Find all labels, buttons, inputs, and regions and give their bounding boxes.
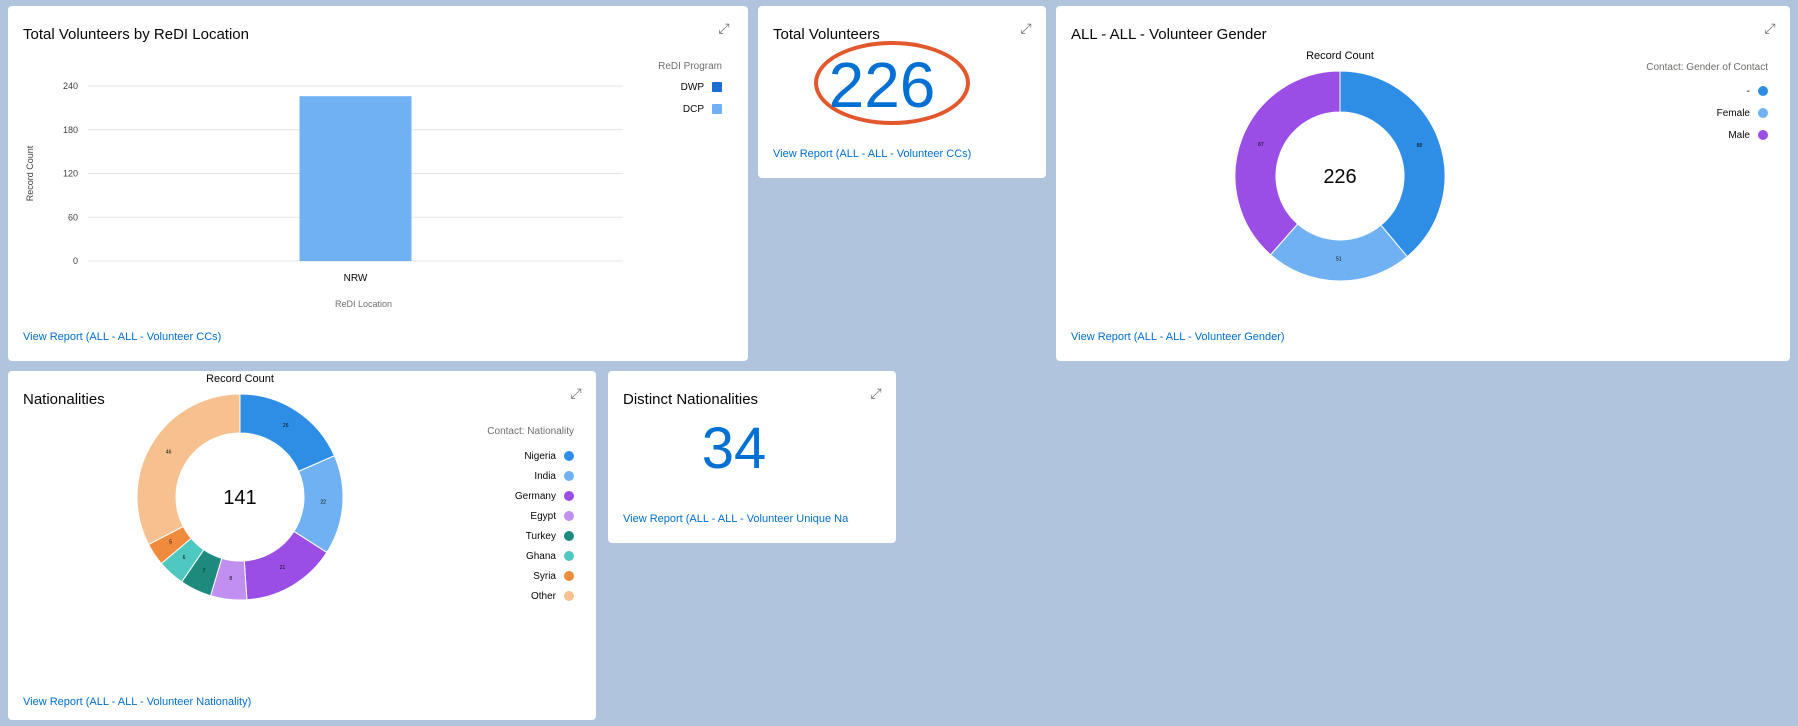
view-report-link[interactable]: View Report (ALL - ALL - Volunteer CCs) [23,331,221,343]
legend-label: DWP [680,82,704,93]
legend-swatch [564,511,574,522]
slice-value-label: 22 [320,500,326,506]
legend-label: Ghana [525,551,556,562]
expand-icon[interactable]: ⤢ [868,385,884,401]
y-tick-label: 240 [63,81,78,91]
total-volunteers-value: 226 [828,49,936,121]
slice-value-label: 26 [283,423,289,429]
nationalities-donut-chart: Record Count 26 22 21 8 7 6 5 46 141 [136,373,344,601]
chart-title: Record Count [1306,50,1374,62]
legend-item[interactable]: Other [531,591,574,602]
legend-swatch [1758,108,1768,119]
legend-swatch [564,551,574,562]
y-tick-label: 120 [63,169,78,179]
view-report-link[interactable]: View Report (ALL - ALL - Volunteer Natio… [23,696,251,708]
donut-slice-other [136,393,241,546]
legend-label: - [1746,86,1750,97]
card-volunteer-gender: ALL - ALL - Volunteer Gender ⤢ Record Co… [1056,6,1790,361]
legend-item[interactable]: DCP [683,104,722,115]
card-volunteers-by-location: Total Volunteers by ReDI Location ⤢ 240 1… [8,6,748,361]
legend-swatch [564,591,574,602]
slice-value-label: 7 [203,568,206,574]
legend-label: Egypt [530,511,556,522]
slice-value-label: 8 [229,576,232,582]
legend-item[interactable]: India [534,471,574,482]
slice-value-label: 5 [169,539,172,545]
slice-value-label: 6 [183,555,186,561]
view-report-link[interactable]: View Report (ALL - ALL - Volunteer Uniqu… [623,513,848,525]
donut-center-total: 226 [1323,166,1356,188]
legend-item[interactable]: Germany [515,491,574,502]
legend-item[interactable]: - [1747,86,1768,97]
legend-label: Male [1728,130,1750,141]
donut-slice- [1339,70,1446,258]
legend-swatch [712,82,722,93]
legend-swatch [1758,130,1768,141]
slice-value-label: 46 [166,450,172,456]
legend-swatch [564,491,574,502]
expand-icon[interactable]: ⤢ [1018,20,1034,36]
legend-title: ReDI Program [658,61,722,72]
slice-value-label: 21 [280,565,286,571]
distinct-nationalities-value: 34 [701,416,767,481]
y-tick-label: 0 [73,256,78,266]
legend-item[interactable]: DWP [681,82,722,93]
legend-swatch [712,104,722,115]
card-nationalities: Nationalities ⤢ Record Count 26 22 21 8 7 6 5 46… [8,371,596,720]
donut-slice-male [1234,70,1341,256]
y-tick-label: 60 [68,212,78,222]
donut-slice-nigeria [239,393,336,473]
legend-title: Contact: Gender of Contact [1646,62,1768,73]
slice-value-label: 88 [1417,143,1423,149]
view-report-link[interactable]: View Report (ALL - ALL - Volunteer CCs) [773,148,971,160]
legend-label: DCP [682,104,704,115]
legend-label: Turkey [525,531,556,542]
legend-item[interactable]: Turkey [526,531,574,542]
chart-title: Record Count [206,373,274,385]
legend-swatch [564,531,574,542]
legend-item[interactable]: Nigeria [524,451,574,462]
legend-item[interactable]: Ghana [526,551,574,562]
legend-label: Germany [514,491,556,502]
legend-item[interactable]: Female [1717,108,1768,119]
legend-label: Female [1716,108,1750,119]
x-tick-label: NRW [344,273,368,284]
legend-swatch [1758,86,1768,97]
legend-label: Syria [533,571,556,582]
bar-chart: 240 180 120 60 0 Record Count NRW ReDI Location [25,81,623,309]
legend-item[interactable]: Egypt [530,511,574,522]
legend-label: Nigeria [524,451,556,462]
slice-value-label: 51 [1336,256,1342,262]
donut-slice-female [1269,223,1408,282]
card-title: Distinct Nationalities [623,391,759,408]
legend-item[interactable]: Syria [533,571,574,582]
legend-swatch [564,451,574,462]
gender-donut-chart: Record Count 88 51 87 226 [1234,50,1446,282]
card-title: Total Volunteers [773,26,880,43]
legend-item[interactable]: Male [1728,130,1768,141]
donut-center-total: 141 [223,487,256,509]
card-distinct-nationalities: Distinct Nationalities ⤢ 34 View Report … [608,371,896,543]
card-total-volunteers: Total Volunteers ⤢ 226 View Report (ALL … [758,6,1046,178]
y-axis-label: Record Count [25,145,35,201]
legend-title: Contact: Nationality [487,426,574,437]
bar-dcp [299,96,412,261]
y-tick-label: 180 [63,125,78,135]
legend-swatch [564,471,574,482]
x-axis-label: ReDI Location [335,299,392,309]
slice-value-label: 87 [1258,142,1264,148]
view-report-link[interactable]: View Report (ALL - ALL - Volunteer Gende… [1071,331,1285,343]
legend-label: Other [530,591,556,602]
legend-label: India [534,471,556,482]
legend-swatch [564,571,574,582]
